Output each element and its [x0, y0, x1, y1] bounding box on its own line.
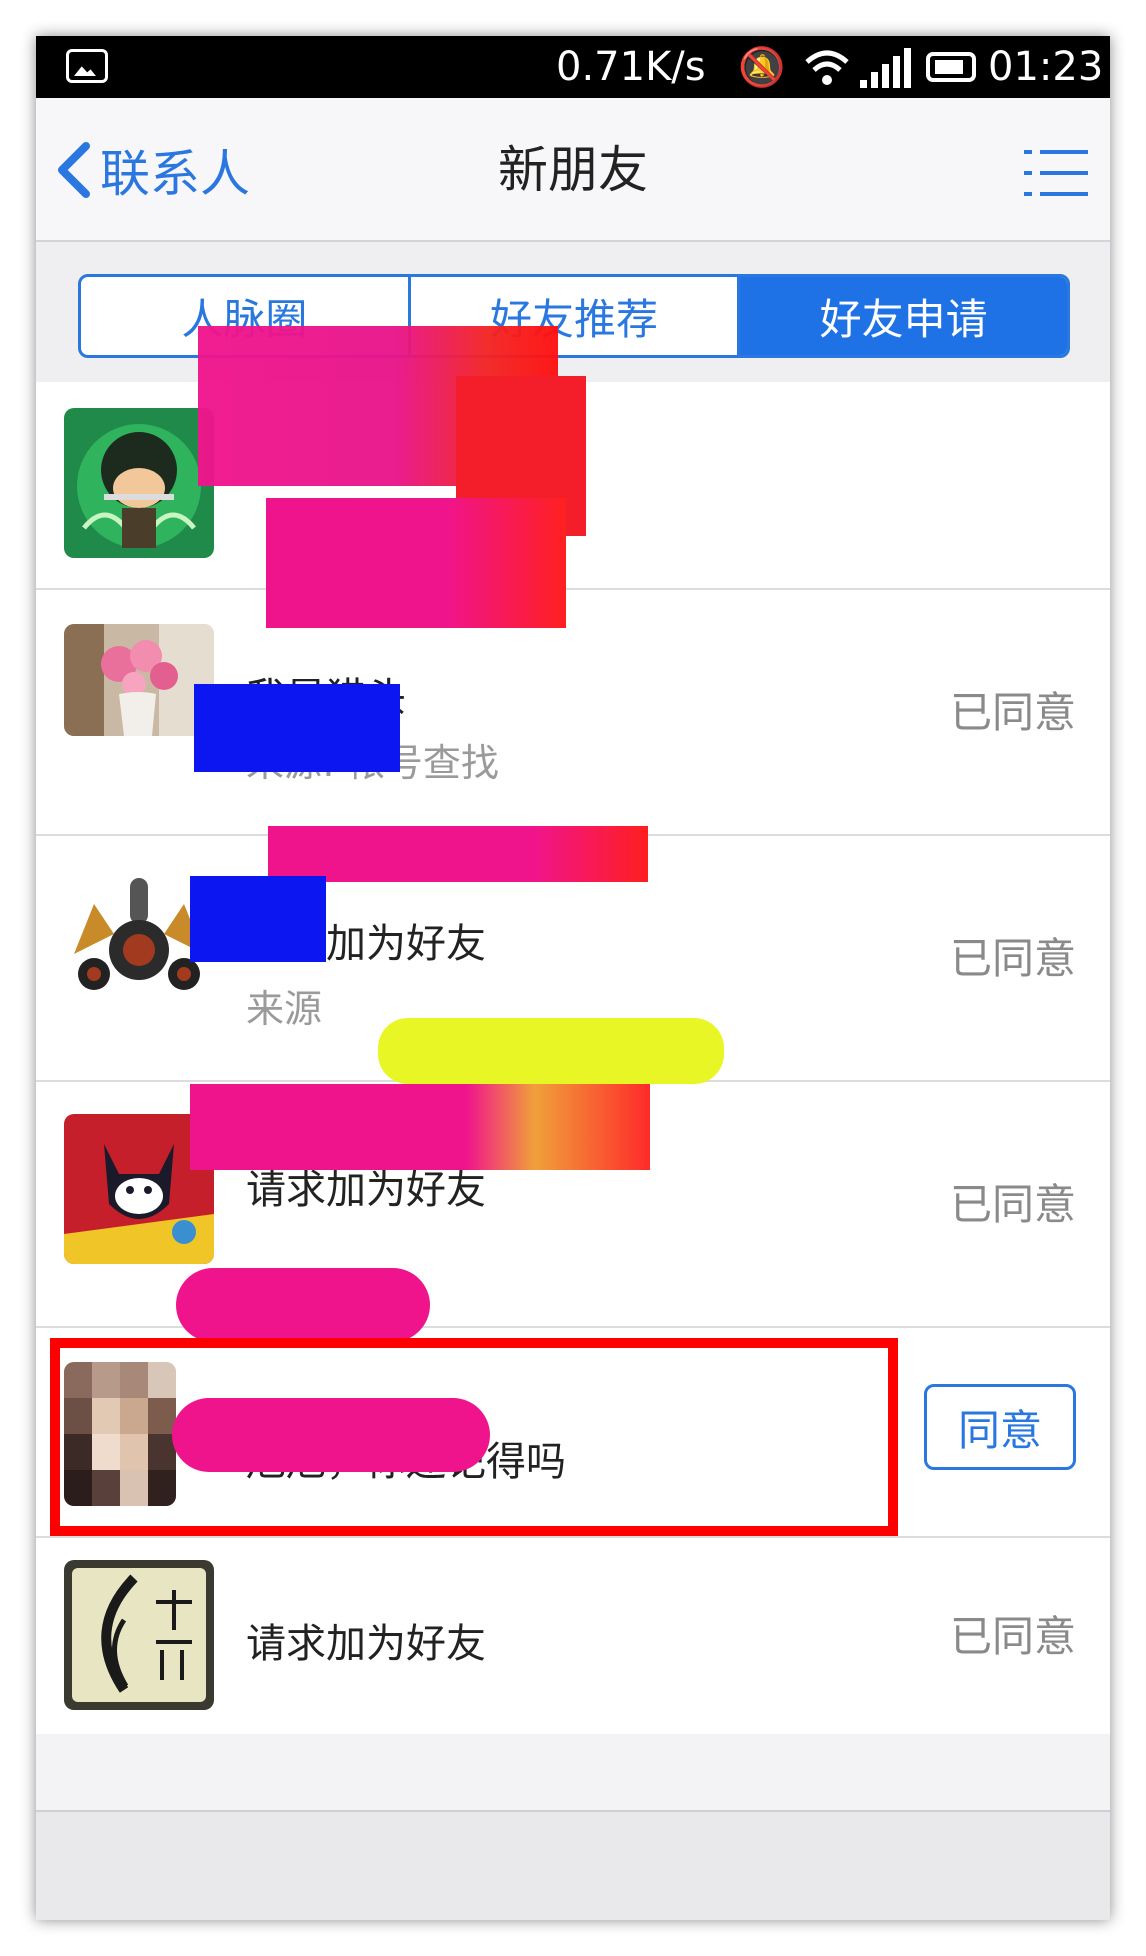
- redaction-mosaic: [190, 1084, 650, 1170]
- status-label: 已同意: [949, 1180, 1076, 1229]
- request-source: 来源: [246, 987, 323, 1031]
- status-bar: 0.71K/s 🔕 01:23: [36, 36, 1110, 98]
- agree-button[interactable]: 同意: [924, 1384, 1076, 1470]
- page-title: 新朋友: [498, 141, 648, 199]
- redaction-mosaic: [190, 876, 326, 962]
- redaction-scribble: [176, 1268, 430, 1342]
- avatar: [64, 408, 214, 558]
- redaction-mosaic: [266, 498, 566, 628]
- redaction-mosaic: [194, 684, 400, 772]
- redaction-mosaic: [378, 1018, 724, 1084]
- mute-icon: 🔕: [738, 45, 786, 89]
- phone-screen: 0.71K/s 🔕 01:23 联系人 新朋友 人脉圈 好友推荐 好友申请 帐号…: [36, 36, 1110, 1920]
- status-label: 已同意: [949, 934, 1076, 983]
- status-label: 已同意: [949, 1612, 1076, 1661]
- highlight-box: [50, 1338, 898, 1536]
- status-label: 已同意: [949, 688, 1076, 737]
- tab-friend-requests[interactable]: 好友申请: [740, 277, 1067, 355]
- signal-icon: [860, 48, 911, 88]
- redaction-mosaic: [268, 826, 648, 882]
- wifi-icon: [805, 50, 849, 85]
- request-message: 请求加为好友: [246, 1167, 486, 1213]
- navigation-bar: 联系人 新朋友: [36, 98, 1110, 242]
- image-icon: [66, 49, 108, 83]
- battery-icon: [926, 52, 976, 82]
- bottom-area: [36, 1810, 1110, 1920]
- request-message: 请求加为好友: [246, 1621, 486, 1667]
- list-item[interactable]: 请求加为好友 已同意: [36, 1538, 1110, 1734]
- network-speed: 0.71K/s: [556, 44, 706, 90]
- list-menu-icon[interactable]: [1024, 146, 1088, 200]
- avatar: [64, 624, 214, 736]
- avatar: [64, 1560, 214, 1710]
- clock: 01:23: [988, 44, 1104, 90]
